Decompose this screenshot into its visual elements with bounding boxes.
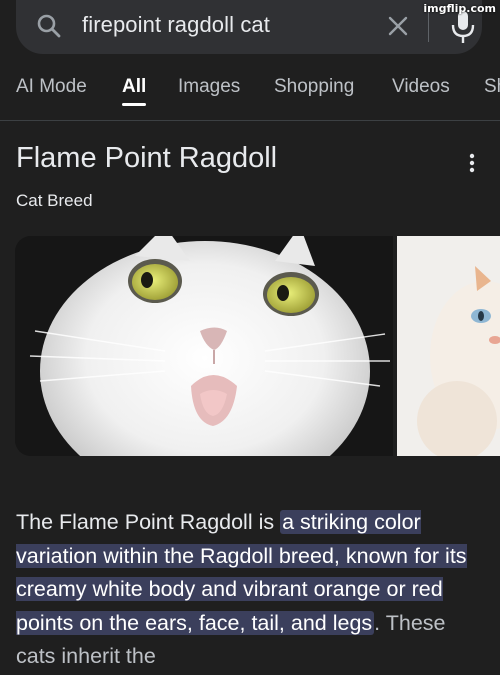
tab-ai-mode[interactable]: AI Mode — [16, 76, 87, 98]
clear-icon[interactable] — [386, 14, 410, 38]
imgflip-watermark: imgflip.com — [423, 2, 496, 15]
search-divider — [428, 12, 429, 42]
knowledge-panel-title: Flame Point Ragdoll — [16, 142, 278, 174]
tab-shopping[interactable]: Shopping — [274, 76, 354, 98]
tab-all[interactable]: All — [122, 76, 146, 98]
tab-all-underline — [122, 103, 146, 106]
surprised-white-cat-photo — [15, 236, 393, 456]
tab-videos[interactable]: Videos — [392, 76, 450, 98]
ragdoll-cat-photo — [397, 236, 500, 456]
tab-images[interactable]: Images — [178, 76, 240, 98]
search-icon[interactable] — [36, 13, 62, 39]
knowledge-panel-description: The Flame Point Ragdoll is a striking co… — [16, 506, 486, 674]
knowledge-panel-subtitle: Cat Breed — [16, 191, 93, 210]
cat-image-secondary[interactable] — [397, 236, 500, 456]
search-input[interactable]: firepoint ragdoll cat — [82, 12, 270, 38]
tab-short-videos[interactable]: Sh — [484, 76, 500, 98]
search-bar[interactable]: firepoint ragdoll cat — [16, 0, 482, 54]
description-prefix: The Flame Point Ragdoll is — [16, 510, 281, 534]
more-vert-icon[interactable] — [466, 152, 478, 174]
tabs-divider — [0, 120, 500, 121]
cat-image-main[interactable] — [15, 236, 393, 456]
search-tabs: AI Mode All Images Shopping Videos Sh — [0, 72, 500, 120]
